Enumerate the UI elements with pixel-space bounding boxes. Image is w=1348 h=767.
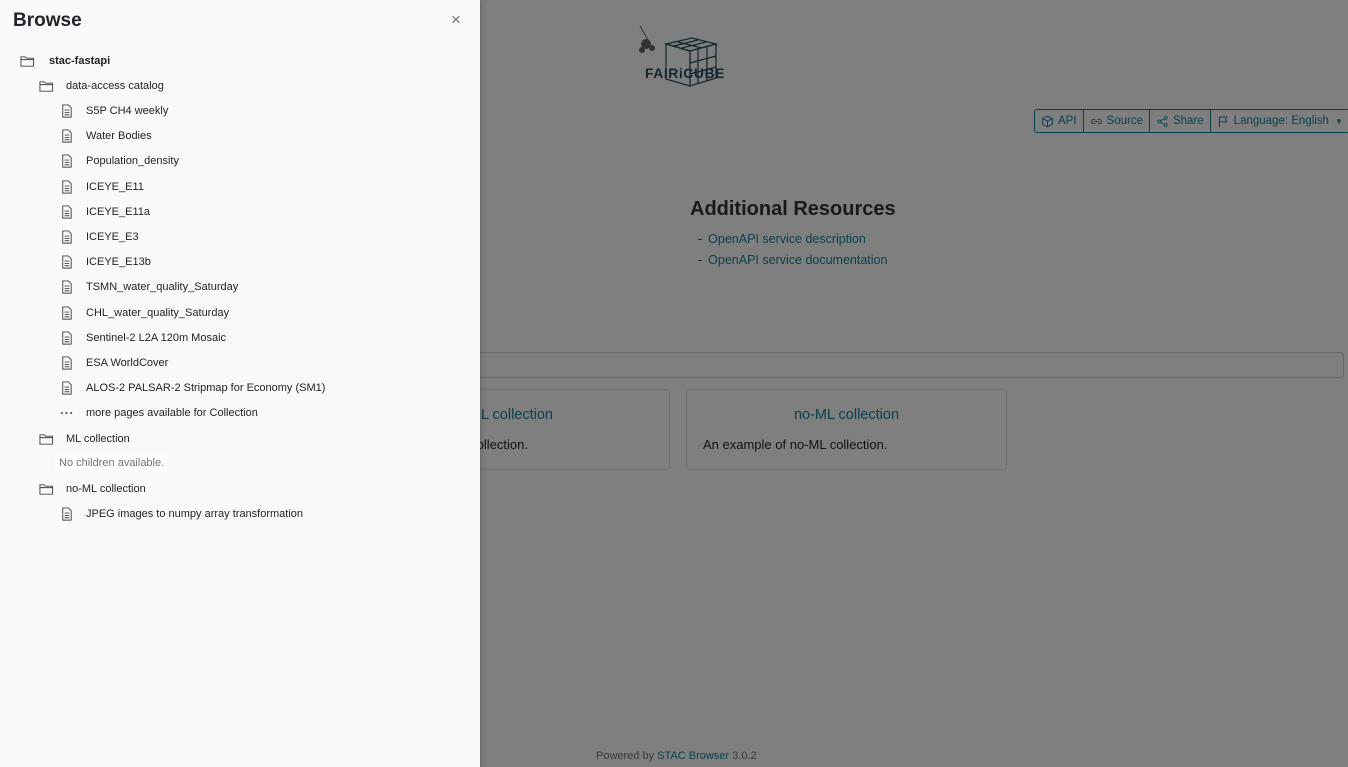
tree-node-item[interactable]: ICEYE_E3 — [58, 227, 139, 247]
file-icon — [58, 330, 74, 346]
tree-node-label: Population_density — [86, 155, 179, 167]
tree-node-item[interactable]: Water Bodies — [58, 126, 152, 146]
tree-node-item[interactable]: ESA WorldCover — [58, 353, 168, 373]
tree-node-label: more pages available for Collection — [86, 407, 258, 419]
tree-node-item[interactable]: TSMN_water_quality_Saturday — [58, 277, 238, 297]
tree-node-item[interactable]: ALOS-2 PALSAR-2 Stripmap for Economy (SM… — [58, 378, 325, 398]
tree-node-label: ICEYE_E3 — [86, 231, 139, 243]
folder-open-icon — [38, 431, 54, 447]
tree-node-item[interactable]: ICEYE_E13b — [58, 252, 151, 272]
tree-node-label: ALOS-2 PALSAR-2 Stripmap for Economy (SM… — [86, 382, 326, 394]
tree-node-item[interactable]: Population_density — [58, 151, 179, 171]
close-icon[interactable]: × — [451, 11, 461, 28]
tree-node-label: JPEG images to numpy array transformatio… — [86, 508, 304, 520]
folder-open-icon — [38, 481, 54, 497]
file-icon — [58, 355, 74, 371]
no-children-message: No children available. — [55, 455, 169, 472]
tree-node-root[interactable]: stac-fastapi — [19, 51, 110, 71]
tree-node-ml-collection[interactable]: ML collection — [38, 429, 130, 449]
tree-node-noml-collection[interactable]: no-ML collection — [38, 479, 146, 499]
tree-node-item[interactable]: ICEYE_E11 — [58, 177, 144, 197]
file-icon — [58, 380, 74, 396]
file-icon — [58, 305, 74, 321]
tree-node-item[interactable]: CHL_water_quality_Saturday — [58, 303, 229, 323]
tree-node-label: ICEYE_E11 — [86, 181, 144, 193]
tree-node-item[interactable]: JPEG images to numpy array transformatio… — [58, 504, 303, 524]
file-icon — [58, 179, 74, 195]
file-icon — [58, 229, 74, 245]
file-icon — [58, 128, 74, 144]
file-icon — [58, 506, 74, 522]
tree-node-label: Water Bodies — [86, 130, 152, 142]
folder-icon — [19, 53, 35, 69]
tree-node-item[interactable]: ICEYE_E11a — [58, 202, 150, 222]
tree-node-label: ESA WorldCover — [86, 357, 169, 369]
tree-node-catalog[interactable]: data-access catalog — [38, 76, 164, 96]
file-icon — [58, 254, 74, 270]
tree-node-label: Sentinel-2 L2A 120m Mosaic — [86, 332, 227, 344]
tree-node-label: ICEYE_E11a — [86, 206, 151, 218]
file-icon — [58, 279, 74, 295]
tree-node-label: no-ML collection — [66, 483, 146, 495]
sidebar-title: Browse — [13, 10, 82, 31]
file-icon — [58, 103, 74, 119]
more-pages-link[interactable]: more pages available for Collection — [58, 403, 258, 423]
file-icon — [58, 204, 74, 220]
more-horizontal-icon — [58, 405, 74, 421]
tree-node-label: data-access catalog — [66, 80, 164, 92]
tree-node-label: stac-fastapi — [49, 55, 111, 67]
tree-node-label: CHL_water_quality_Saturday — [86, 307, 230, 319]
tree-node-label: ICEYE_E13b — [86, 256, 151, 268]
folder-open-icon — [38, 78, 54, 94]
tree-node-item[interactable]: Sentinel-2 L2A 120m Mosaic — [58, 328, 226, 348]
tree-node-label: ML collection — [66, 433, 130, 445]
tree-node-label: S5P CH4 weekly — [86, 105, 169, 117]
file-icon — [58, 153, 74, 169]
tree-node-item[interactable]: S5P CH4 weekly — [58, 101, 168, 121]
browse-sidebar: Browse × stac-fastapi data-access catalo… — [0, 0, 480, 767]
tree-node-label: TSMN_water_quality_Saturday — [86, 281, 239, 293]
